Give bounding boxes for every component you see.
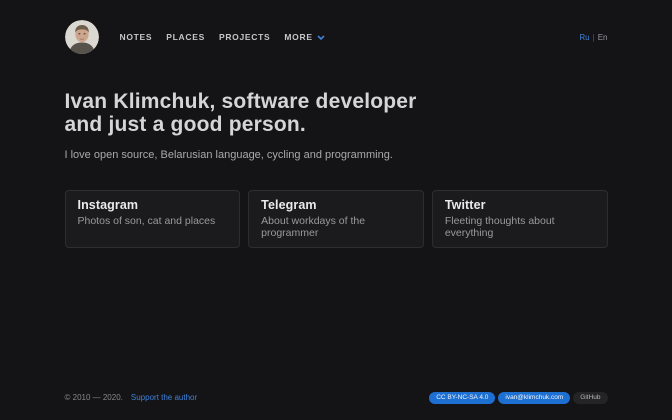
card-instagram-title: Instagram	[78, 198, 228, 212]
copyright-text: © 2010 — 2020.	[65, 393, 123, 402]
avatar[interactable]	[65, 20, 99, 54]
card-twitter-title: Twitter	[445, 198, 595, 212]
card-instagram[interactable]: Instagram Photos of son, cat and places	[65, 190, 241, 248]
page: NOTES PLACES PROJECTS MORE Ru | En Ivan …	[65, 0, 608, 420]
social-cards: Instagram Photos of son, cat and places …	[65, 190, 608, 248]
page-title: Ivan Klimchuk, software developer and ju…	[65, 90, 608, 136]
card-twitter[interactable]: Twitter Fleeting thoughts about everythi…	[432, 190, 608, 248]
lang-en-link[interactable]: En	[598, 33, 608, 42]
footer: © 2010 — 2020. Support the author CC BY-…	[65, 392, 608, 420]
header: NOTES PLACES PROJECTS MORE Ru | En	[65, 0, 608, 54]
main-content: Ivan Klimchuk, software developer and ju…	[65, 54, 608, 248]
page-title-line1: Ivan Klimchuk, software developer	[65, 90, 417, 113]
page-title-line2: and just a good person.	[65, 113, 306, 136]
hero-subtitle: I love open source, Belarusian language,…	[65, 149, 608, 161]
chevron-down-icon	[317, 35, 325, 40]
nav-item-projects[interactable]: PROJECTS	[219, 32, 270, 42]
card-twitter-description: Fleeting thoughts about everything	[445, 215, 595, 239]
card-telegram-title: Telegram	[261, 198, 411, 212]
nav-item-places[interactable]: PLACES	[166, 32, 205, 42]
support-author-link[interactable]: Support the author	[131, 393, 197, 402]
footer-left: © 2010 — 2020. Support the author	[65, 393, 198, 402]
main-nav: NOTES PLACES PROJECTS MORE	[106, 32, 325, 42]
nav-item-more-label: MORE	[284, 32, 312, 42]
lang-separator: |	[593, 33, 595, 42]
card-instagram-description: Photos of son, cat and places	[78, 215, 228, 227]
language-switcher: Ru | En	[579, 33, 607, 42]
nav-item-more[interactable]: MORE	[284, 32, 324, 42]
footer-badges: CC BY-NC-SA 4.0 ivan@klimchuk.com GitHub	[429, 392, 607, 405]
card-telegram[interactable]: Telegram About workdays of the programme…	[248, 190, 424, 248]
badge-github[interactable]: GitHub	[573, 392, 607, 405]
badge-email[interactable]: ivan@klimchuk.com	[498, 392, 570, 405]
card-telegram-description: About workdays of the programmer	[261, 215, 411, 239]
lang-ru-link[interactable]: Ru	[579, 33, 589, 42]
badge-license[interactable]: CC BY-NC-SA 4.0	[429, 392, 495, 405]
avatar-photo	[65, 20, 99, 54]
nav-item-notes[interactable]: NOTES	[120, 32, 153, 42]
